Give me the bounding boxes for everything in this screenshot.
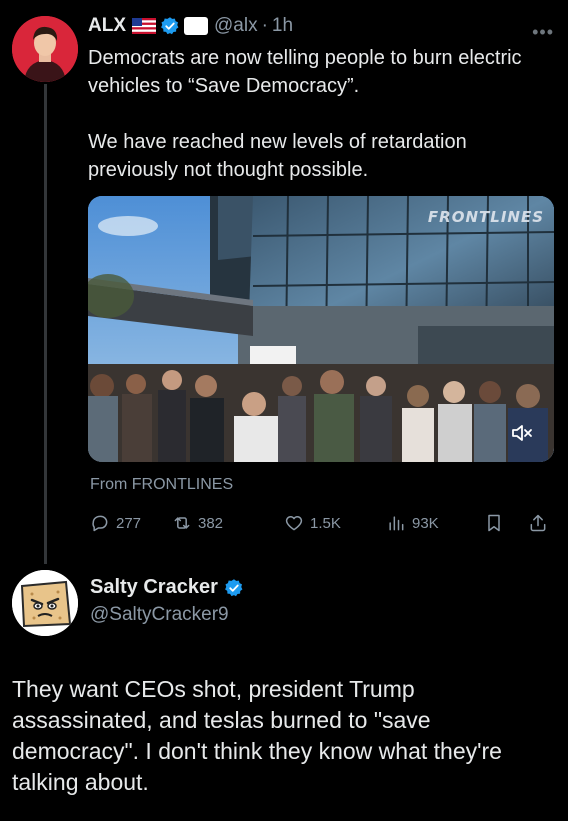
affiliate-badge-icon <box>184 17 208 35</box>
tweet-text-line2: We have reached new levels of retardatio… <box>88 131 467 181</box>
bookmark-icon <box>488 514 500 532</box>
video-watermark: FRONTLINES <box>427 208 544 226</box>
video-frame-image <box>88 196 554 462</box>
reply-author-name-row: Salty Cracker <box>90 576 244 599</box>
bookmark-button[interactable] <box>484 513 510 533</box>
reply-count: 277 <box>116 514 142 532</box>
reply-text: They want CEOs shot, president Trump ass… <box>12 676 502 795</box>
mute-icon[interactable] <box>510 422 536 444</box>
video-source-label[interactable]: From FRONTLINES <box>90 476 233 494</box>
views-count: 93K <box>412 514 439 532</box>
tweet-action-bar: 277 382 1.5K 93K <box>88 508 556 538</box>
us-flag-icon <box>132 18 156 34</box>
tweet-text-line1: Democrats are now telling people to burn… <box>88 47 522 97</box>
more-icon[interactable]: ••• <box>532 22 554 43</box>
reply-author-avatar[interactable] <box>12 570 78 636</box>
repost-button[interactable]: 382 <box>172 513 223 533</box>
tweet-body: Democrats are now telling people to burn… <box>88 44 548 184</box>
tweet-video[interactable]: FRONTLINES <box>88 196 554 462</box>
reply-button[interactable]: 277 <box>90 513 141 533</box>
reply-author-name[interactable]: Salty Cracker <box>90 576 218 599</box>
like-button[interactable]: 1.5K <box>284 513 341 533</box>
author-avatar[interactable] <box>12 16 78 82</box>
verified-badge-icon <box>160 16 180 36</box>
share-icon <box>530 514 546 532</box>
repost-icon <box>174 517 190 529</box>
separator-dot: · <box>261 15 268 36</box>
share-button[interactable] <box>528 513 554 533</box>
like-count: 1.5K <box>310 514 341 532</box>
views-button[interactable]: 93K <box>386 513 439 533</box>
author-name[interactable]: ALX <box>88 15 126 37</box>
tweet-header: ALX @alx · 1h <box>88 12 293 40</box>
repost-count: 382 <box>198 514 224 532</box>
thread-connector-line <box>44 84 47 564</box>
author-handle[interactable]: @alx <box>214 15 258 37</box>
views-icon <box>389 516 404 531</box>
tweet-thread: ALX @alx · 1h ••• Democrats are now tell… <box>0 0 568 821</box>
reply-icon <box>92 515 108 532</box>
reply-author-handle[interactable]: @SaltyCracker9 <box>90 604 229 626</box>
verified-badge-icon <box>224 578 244 598</box>
tweet-time[interactable]: 1h <box>272 15 293 37</box>
heart-icon <box>285 516 303 531</box>
